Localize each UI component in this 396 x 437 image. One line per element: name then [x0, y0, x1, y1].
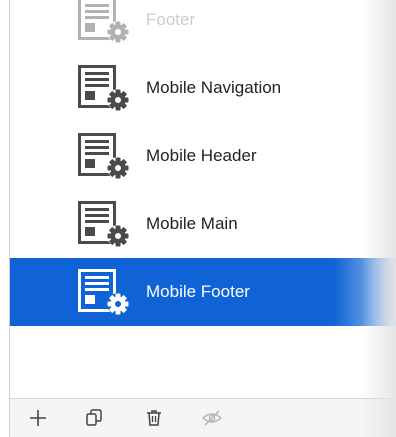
delete-button[interactable] [142, 406, 166, 430]
layouts-panel: Footer Mobile Navigation Mobile Header M… [0, 0, 396, 437]
layout-settings-icon [78, 65, 129, 111]
layout-settings-icon [78, 133, 129, 179]
add-button[interactable] [26, 406, 50, 430]
list-item-label: Mobile Main [146, 214, 238, 233]
hide-button[interactable] [200, 406, 224, 430]
list-item-mobile-navigation[interactable]: Mobile Navigation [10, 54, 396, 122]
plus-icon [30, 410, 46, 426]
layouts-list[interactable]: Footer Mobile Navigation Mobile Header M… [10, 0, 396, 398]
list-item-mobile-main[interactable]: Mobile Main [10, 190, 396, 258]
layout-settings-icon [78, 201, 129, 247]
layout-settings-icon [78, 0, 129, 43]
list-item-mobile-header[interactable]: Mobile Header [10, 122, 396, 190]
hide-icon [201, 410, 223, 426]
trash-icon [147, 410, 161, 426]
list-item-label: Footer [146, 10, 196, 29]
bottom-toolbar [10, 398, 396, 437]
layout-settings-icon [78, 269, 129, 315]
list-item-label: Mobile Footer [146, 282, 250, 301]
list-item-footer[interactable]: Footer [10, 0, 396, 54]
list-item-label: Mobile Navigation [146, 78, 282, 97]
list-item-label: Mobile Header [146, 146, 257, 165]
duplicate-icon [86, 409, 102, 426]
duplicate-button[interactable] [82, 406, 106, 430]
list-item-mobile-footer[interactable]: Mobile Footer [10, 258, 396, 326]
